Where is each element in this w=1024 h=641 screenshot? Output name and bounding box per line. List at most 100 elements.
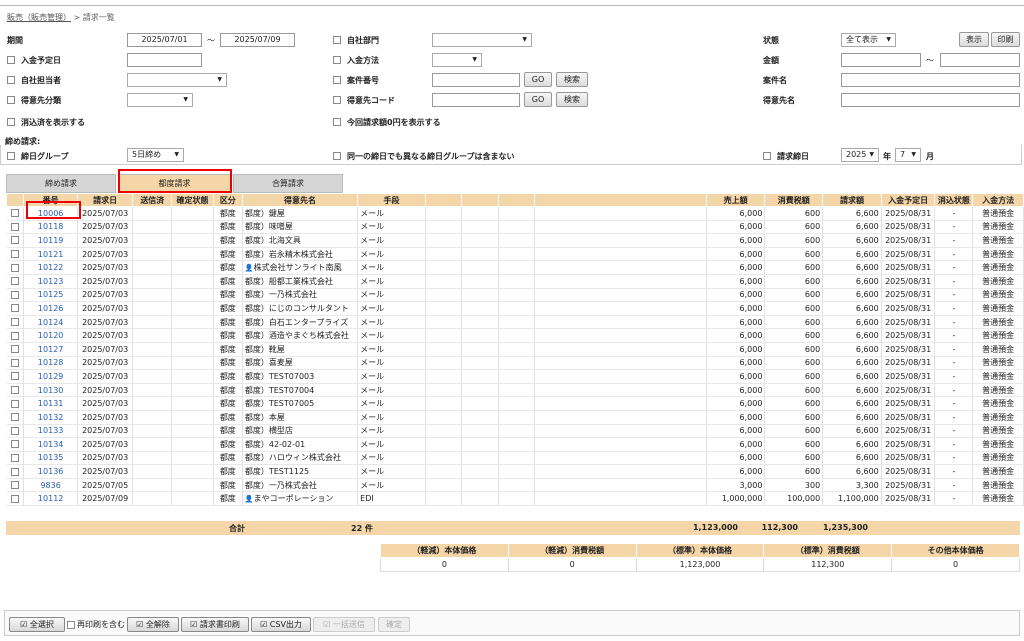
- pay-method-checkbox[interactable]: [333, 56, 341, 64]
- client-code-search-button[interactable]: 検索: [556, 92, 588, 107]
- period-to-input[interactable]: 2025/07/09: [220, 33, 295, 47]
- cell-no[interactable]: 10132: [23, 410, 78, 425]
- row-checkbox[interactable]: [10, 372, 19, 381]
- closing-group-checkbox[interactable]: [7, 152, 15, 160]
- table-row[interactable]: 10123 2025/07/03 都度 都度）船都工業株式会社 メール 6,000 600 6…: [6, 274, 1024, 289]
- bulk-send-button[interactable]: ☑ 一括送信: [313, 617, 375, 632]
- case-no-input[interactable]: [432, 73, 520, 87]
- table-row[interactable]: 10112 2025/07/09 都度 👤まやコーポレーション EDI 1,000,000…: [6, 491, 1024, 507]
- row-checkbox[interactable]: [10, 318, 19, 327]
- due-date-checkbox[interactable]: [7, 56, 15, 64]
- row-checkbox[interactable]: [10, 426, 19, 435]
- owner-select[interactable]: ▼: [127, 73, 227, 87]
- table-row[interactable]: 10130 2025/07/03 都度 都度）TEST07004 メール 6,000 600…: [6, 383, 1024, 398]
- cell-no[interactable]: 10123: [23, 274, 78, 289]
- cell-no[interactable]: 10126: [23, 301, 78, 316]
- row-checkbox[interactable]: [10, 290, 19, 299]
- select-all-button[interactable]: ☑ 全選択: [9, 617, 65, 632]
- table-row[interactable]: 10124 2025/07/03 都度 都度）白石エンタープライズ メール 6,000 60…: [6, 315, 1024, 330]
- cell-no[interactable]: 10119: [23, 233, 78, 248]
- client-name-input[interactable]: [841, 93, 1020, 107]
- tab-closing-invoice[interactable]: 締め請求: [6, 174, 116, 193]
- case-no-search-button[interactable]: 検索: [556, 72, 588, 87]
- row-checkbox[interactable]: [10, 263, 19, 272]
- confirm-button[interactable]: 確定: [378, 617, 410, 632]
- reprint-option[interactable]: 再印刷を含む: [67, 619, 125, 630]
- breadcrumb-link-sales[interactable]: 販売（販売管理）: [7, 13, 71, 22]
- own-dept-select[interactable]: ▼: [432, 33, 532, 47]
- cleared-checkbox[interactable]: [7, 118, 15, 126]
- month-select[interactable]: 7 ▼: [895, 148, 921, 162]
- print-button[interactable]: 印刷: [991, 32, 1020, 47]
- csv-export-button[interactable]: ☑ CSV出力: [251, 617, 311, 632]
- cell-no[interactable]: 10120: [23, 328, 78, 343]
- table-row[interactable]: 10132 2025/07/03 都度 都度）本屋 メール 6,000 600 6,600 20…: [6, 410, 1024, 425]
- table-row[interactable]: 10136 2025/07/03 都度 都度）TEST1125 メール 6,000 600 6…: [6, 464, 1024, 479]
- case-no-checkbox[interactable]: [333, 76, 341, 84]
- closing-group-select[interactable]: 5日締め ▼: [127, 148, 184, 162]
- table-row[interactable]: 10133 2025/07/03 都度 都度）横型店 メール 6,000 600 6,600 2…: [6, 424, 1024, 439]
- case-name-input[interactable]: [841, 73, 1020, 87]
- table-row[interactable]: 9836 2025/07/05 都度 都度）一乃株式会社 メール 3,000 300 3,30…: [6, 478, 1024, 493]
- cell-no[interactable]: 10134: [23, 437, 78, 452]
- table-row[interactable]: 10121 2025/07/03 都度 都度）岩永精木株式会社 メール 6,000 600 6…: [6, 247, 1024, 262]
- cell-no[interactable]: 10122: [23, 260, 78, 275]
- cell-no[interactable]: 9836: [23, 478, 78, 493]
- bill-close-checkbox[interactable]: [763, 152, 771, 160]
- table-row[interactable]: 10122 2025/07/03 都度 👤株式会社サンライト南風 メール 6,000 600…: [6, 260, 1024, 275]
- row-checkbox[interactable]: [10, 386, 19, 395]
- status-select[interactable]: 全て表示 ▼: [841, 33, 896, 47]
- cell-no[interactable]: 10121: [23, 247, 78, 262]
- cell-no[interactable]: 10129: [23, 369, 78, 384]
- client-code-input[interactable]: [432, 93, 520, 107]
- amount-to-input[interactable]: [940, 53, 1020, 67]
- own-dept-checkbox[interactable]: [333, 36, 341, 44]
- table-row[interactable]: 10128 2025/07/03 都度 都度）喜麦屋 メール 6,000 600 6,600 2…: [6, 356, 1024, 371]
- year-select[interactable]: 2025 ▼: [841, 148, 879, 162]
- cell-no[interactable]: 10127: [23, 342, 78, 357]
- row-checkbox[interactable]: [10, 222, 19, 231]
- cell-no[interactable]: 10136: [23, 464, 78, 479]
- table-row[interactable]: 10135 2025/07/03 都度 都度）ハロウィン株式会社 メール 6,000 600…: [6, 451, 1024, 466]
- table-row[interactable]: 10006 2025/07/03 都度 都度）鍵屋 メール 6,000 600 6,600 20…: [6, 206, 1024, 221]
- row-checkbox[interactable]: [10, 358, 19, 367]
- cell-no[interactable]: 10125: [23, 288, 78, 303]
- table-row[interactable]: 10119 2025/07/03 都度 都度）北海文具 メール 6,000 600 6,600…: [6, 233, 1024, 248]
- clear-all-button[interactable]: ☑ 全解除: [127, 617, 179, 632]
- table-row[interactable]: 10118 2025/07/03 都度 都度）味噌屋 メール 6,000 600 6,600 2…: [6, 220, 1024, 235]
- row-checkbox[interactable]: [10, 209, 19, 218]
- table-row[interactable]: 10126 2025/07/03 都度 都度）にじのコンサルタント メール 6,000 60…: [6, 301, 1024, 316]
- client-code-go-button[interactable]: GO: [524, 92, 552, 107]
- table-row[interactable]: 10134 2025/07/03 都度 都度）42-02-01 メール 6,000 600 6…: [6, 437, 1024, 452]
- show-button[interactable]: 表示: [959, 32, 989, 47]
- row-checkbox[interactable]: [10, 345, 19, 354]
- table-row[interactable]: 10127 2025/07/03 都度 都度）靴屋 メール 6,000 600 6,600 20…: [6, 342, 1024, 357]
- cell-no[interactable]: 10112: [23, 491, 78, 507]
- reprint-checkbox[interactable]: [67, 620, 75, 629]
- tab-combined-invoice[interactable]: 合算請求: [233, 174, 343, 193]
- client-class-checkbox[interactable]: [7, 96, 15, 104]
- table-row[interactable]: 10131 2025/07/03 都度 都度）TEST07005 メール 6,000 600…: [6, 396, 1024, 411]
- period-from-input[interactable]: 2025/07/01: [127, 33, 202, 47]
- row-checkbox[interactable]: [10, 467, 19, 476]
- cell-no[interactable]: 10131: [23, 396, 78, 411]
- print-invoice-button[interactable]: ☑ 請求書印刷: [181, 617, 249, 632]
- row-checkbox[interactable]: [10, 304, 19, 313]
- client-code-checkbox[interactable]: [333, 96, 341, 104]
- table-row[interactable]: 10120 2025/07/03 都度 都度）酒造やまぐち株式会社 メール 6,000 60…: [6, 328, 1024, 343]
- due-date-input[interactable]: [127, 53, 202, 67]
- row-checkbox[interactable]: [10, 494, 19, 503]
- row-checkbox[interactable]: [10, 481, 19, 490]
- row-checkbox[interactable]: [10, 453, 19, 462]
- row-checkbox[interactable]: [10, 250, 19, 259]
- row-checkbox[interactable]: [10, 277, 19, 286]
- table-row[interactable]: 10125 2025/07/03 都度 都度）一乃株式会社 メール 6,000 600 6,6…: [6, 288, 1024, 303]
- table-row[interactable]: 10129 2025/07/03 都度 都度）TEST07003 メール 6,000 600…: [6, 369, 1024, 384]
- client-class-select[interactable]: ▼: [127, 93, 193, 107]
- cell-no[interactable]: 10124: [23, 315, 78, 330]
- row-checkbox[interactable]: [10, 399, 19, 408]
- row-checkbox[interactable]: [10, 413, 19, 422]
- cell-no[interactable]: 10133: [23, 424, 78, 439]
- cell-no[interactable]: 10130: [23, 383, 78, 398]
- cell-no[interactable]: 10128: [23, 356, 78, 371]
